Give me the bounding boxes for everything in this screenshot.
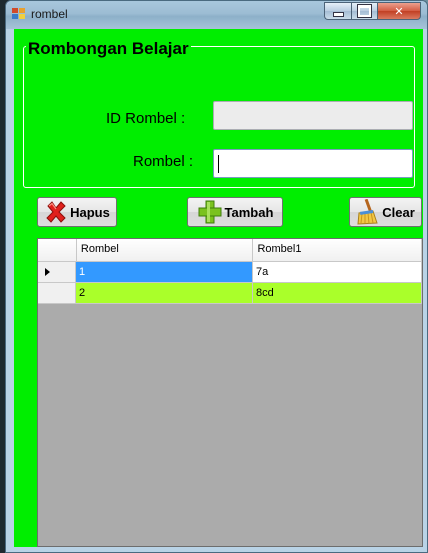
grid-corner-header[interactable] xyxy=(38,239,77,261)
app-icon[interactable] xyxy=(12,8,26,20)
row-header[interactable] xyxy=(38,283,76,304)
table-row[interactable]: 1 7a xyxy=(38,262,422,283)
table-cell[interactable]: 8cd xyxy=(253,283,422,304)
tambah-button[interactable]: Tambah xyxy=(187,197,283,227)
add-plus-icon xyxy=(197,199,223,225)
broom-icon xyxy=(356,198,380,225)
current-row-arrow-icon xyxy=(45,268,50,276)
caption-buttons: ✕ xyxy=(324,2,421,21)
maximize-icon xyxy=(357,4,372,18)
column-header-rombel[interactable]: Rombel xyxy=(77,239,254,261)
form-client-area: ID Rombel : Rombel : Rombongan Belajar H… xyxy=(14,29,423,547)
id-rombel-label: ID Rombel : xyxy=(106,110,186,127)
table-cell[interactable]: 1 xyxy=(76,262,253,283)
close-icon: ✕ xyxy=(394,5,404,18)
rombel-field[interactable] xyxy=(213,149,413,178)
clear-button[interactable]: Clear xyxy=(349,197,422,227)
minimize-icon xyxy=(332,11,344,17)
rombel-data-grid[interactable]: Rombel Rombel1 1 7a 2 8cd xyxy=(37,238,423,547)
table-cell[interactable]: 2 xyxy=(76,283,253,304)
rombongan-belajar-groupbox: ID Rombel : Rombel : xyxy=(23,46,415,188)
row-header[interactable] xyxy=(38,262,76,283)
grid-header: Rombel Rombel1 xyxy=(38,239,422,262)
groupbox-title: Rombongan Belajar xyxy=(26,39,191,59)
tambah-label: Tambah xyxy=(224,204,274,220)
column-header-rombel1[interactable]: Rombel1 xyxy=(253,239,422,261)
hapus-label: Hapus xyxy=(70,204,110,220)
clear-label: Clear xyxy=(382,204,415,220)
title-bar[interactable]: rombel ✕ xyxy=(6,1,427,29)
table-row[interactable]: 2 8cd xyxy=(38,283,422,304)
delete-x-icon xyxy=(44,200,68,224)
maximize-button[interactable] xyxy=(351,2,377,20)
rombel-label: Rombel : xyxy=(133,153,194,170)
id-rombel-field[interactable] xyxy=(213,101,413,130)
text-caret xyxy=(218,155,219,173)
minimize-button[interactable] xyxy=(324,2,351,20)
close-button[interactable]: ✕ xyxy=(377,2,421,20)
window-title: rombel xyxy=(31,7,68,21)
hapus-button[interactable]: Hapus xyxy=(37,197,117,227)
table-cell[interactable]: 7a xyxy=(253,262,422,283)
rombel-window: rombel ✕ ID Rombel : Rombel : Rombongan … xyxy=(5,0,428,553)
